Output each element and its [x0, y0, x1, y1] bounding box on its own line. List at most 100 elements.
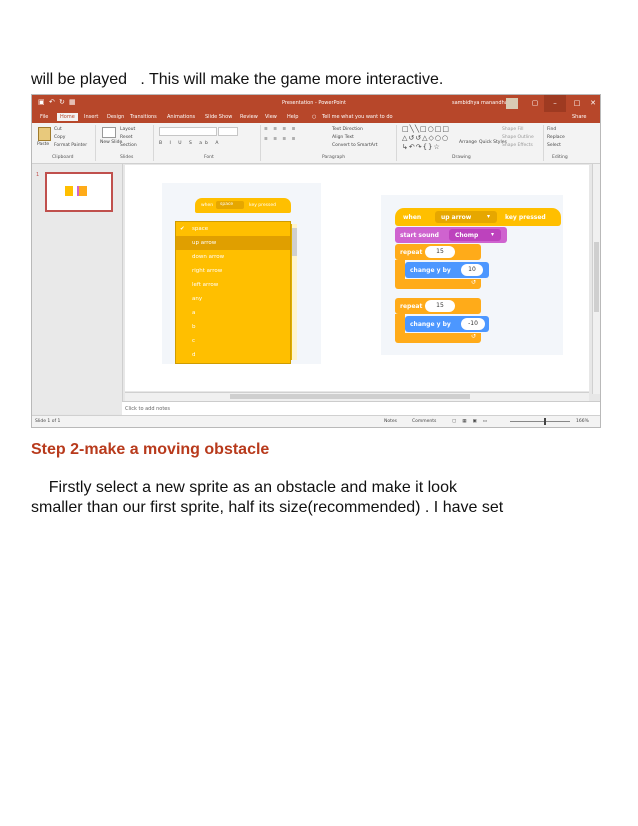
start-sound-block: start sound Chomp ▾ — [395, 227, 507, 243]
tab-animations[interactable]: Animations — [167, 114, 195, 120]
shapes-gallery-row3[interactable]: ↳↶↷{}☆ — [402, 143, 441, 151]
ribbon-options-icon[interactable]: ▢ — [524, 95, 546, 112]
tab-insert[interactable]: Insert — [84, 114, 98, 120]
tab-review[interactable]: Review — [240, 114, 258, 120]
sound-value: Chomp — [455, 232, 479, 239]
shapes-gallery-row2[interactable]: △↺↺△◇○○ — [402, 134, 449, 142]
list-item: left arrow — [176, 278, 290, 292]
align-icons[interactable]: ≡ ≡ ≡ ≡ — [264, 137, 297, 142]
list-item: d — [176, 348, 290, 362]
option-label: b — [192, 324, 196, 330]
share-button[interactable]: Share — [572, 114, 586, 120]
doc-paragraph-line1: Firstly select a new sprite as an obstac… — [31, 479, 457, 496]
section-button[interactable]: Section — [120, 143, 137, 148]
find-button[interactable]: Find — [547, 127, 556, 132]
list-item: a — [176, 306, 290, 320]
tab-home[interactable]: Home — [57, 113, 78, 121]
divider — [396, 125, 397, 161]
repeat-end: ↺ — [395, 333, 481, 343]
group-slides: Slides — [120, 155, 134, 160]
list-icons[interactable]: ≡ ≡ ≡ ≡ — [264, 127, 297, 132]
list-item: up arrow — [176, 236, 290, 250]
align-text-button[interactable]: Align Text — [332, 135, 354, 140]
repeat-count: 15 — [425, 246, 455, 258]
chevron-down-icon: ▾ — [487, 213, 491, 220]
notes-button[interactable]: Notes — [384, 419, 397, 424]
repeat-arm — [395, 314, 405, 334]
title-bar: ▣ ↶ ↻ ▦ Presentation - PowerPoint sambid… — [32, 95, 600, 112]
option-label: any — [192, 296, 203, 302]
paste-button[interactable]: Paste — [37, 142, 49, 147]
comments-button[interactable]: Comments — [412, 419, 436, 424]
tab-help[interactable]: Help — [287, 114, 298, 120]
key-dropdown-image[interactable]: when space key pressed ✔ space up arrow d… — [162, 183, 321, 364]
scrollbar-thumb[interactable] — [230, 394, 470, 399]
key-dropdown-list: ✔ space up arrow down arrow right arrow l… — [175, 221, 297, 364]
select-button[interactable]: Select — [547, 143, 561, 148]
check-icon: ✔ — [180, 226, 185, 232]
key-pressed-label: key pressed — [505, 214, 546, 221]
loop-arrow-icon: ↺ — [471, 279, 477, 286]
font-name-select[interactable] — [159, 127, 217, 136]
option-label: left arrow — [192, 282, 219, 288]
zoom-level[interactable]: 166% — [576, 419, 589, 424]
group-font: Font — [204, 155, 214, 160]
change-y-value: 10 — [461, 264, 483, 276]
scratch-script-image[interactable]: when up arrow ▾ key pressed start sound … — [381, 195, 563, 355]
slide-thumbnail[interactable] — [45, 172, 113, 212]
tab-slide-show[interactable]: Slide Show — [205, 114, 232, 120]
save-icon[interactable]: ▣ — [38, 98, 45, 106]
tab-view[interactable]: View — [265, 114, 277, 120]
zoom-slider[interactable] — [510, 421, 570, 422]
list-item: down arrow — [176, 250, 290, 264]
change-y-label: change y by — [410, 267, 451, 274]
reset-button[interactable]: Reset — [120, 135, 133, 140]
shapes-gallery[interactable]: □╲╲□○□□ — [402, 125, 450, 133]
shape-effects-button[interactable]: Shape Effects — [502, 143, 533, 148]
list-item: right arrow — [176, 264, 290, 278]
tab-file[interactable]: File — [40, 114, 48, 120]
vertical-scrollbar[interactable] — [592, 164, 600, 394]
present-icon[interactable]: ▦ — [69, 98, 76, 106]
notes-pane[interactable]: Click to add notes — [122, 401, 600, 416]
replace-button[interactable]: Replace — [547, 135, 565, 140]
slide-canvas[interactable]: when space key pressed ✔ space up arrow d… — [125, 165, 589, 391]
zoom-slider-thumb[interactable] — [544, 418, 546, 425]
shape-outline-button[interactable]: Shape Outline — [502, 135, 534, 140]
ribbon: Paste Cut Copy Format Painter Clipboard … — [32, 123, 600, 164]
convert-smartart-button[interactable]: Convert to SmartArt — [332, 143, 377, 148]
view-buttons[interactable]: ▢▦▣▭ — [452, 419, 493, 424]
option-label: up arrow — [192, 240, 217, 246]
divider — [543, 125, 544, 161]
shape-fill-button[interactable]: Shape Fill — [502, 127, 524, 132]
horizontal-scrollbar[interactable] — [125, 392, 589, 401]
slide-count: Slide 1 of 1 — [35, 419, 61, 424]
new-slide-icon[interactable] — [102, 127, 116, 138]
option-label: space — [192, 226, 209, 232]
tab-design[interactable]: Design — [107, 114, 124, 120]
copy-button[interactable]: Copy — [54, 135, 65, 140]
tab-transitions[interactable]: Transitions — [130, 114, 157, 120]
close-icon[interactable]: ✕ — [582, 95, 600, 112]
text-direction-button[interactable]: Text Direction — [332, 127, 363, 132]
font-format-icons[interactable]: B I U S ab A — [159, 141, 221, 146]
minimize-icon[interactable]: – — [544, 95, 566, 112]
paste-icon[interactable] — [38, 127, 51, 141]
undo-icon[interactable]: ↶ — [49, 98, 55, 106]
chevron-down-icon: ▾ — [491, 231, 495, 238]
repeat-count: 15 — [425, 300, 455, 312]
notes-placeholder: Click to add notes — [125, 406, 170, 412]
menu-bar: File Home Insert Design Transitions Anim… — [32, 112, 600, 123]
arrange-button[interactable]: Arrange — [459, 140, 477, 145]
when-key-pressed-block: when space key pressed — [195, 198, 291, 213]
format-painter-button[interactable]: Format Painter — [54, 143, 87, 148]
cut-button[interactable]: Cut — [54, 127, 62, 132]
scrollbar-thumb — [292, 228, 297, 256]
font-size-select[interactable] — [218, 127, 238, 136]
redo-icon[interactable]: ↻ — [59, 98, 65, 106]
layout-button[interactable]: Layout — [120, 127, 135, 132]
powerpoint-screenshot: ▣ ↶ ↻ ▦ Presentation - PowerPoint sambid… — [31, 94, 601, 428]
tell-me-field[interactable]: Tell me what you want to do — [322, 114, 393, 120]
scrollbar-thumb[interactable] — [594, 242, 599, 312]
new-slide-button[interactable]: New Slide — [100, 140, 122, 145]
